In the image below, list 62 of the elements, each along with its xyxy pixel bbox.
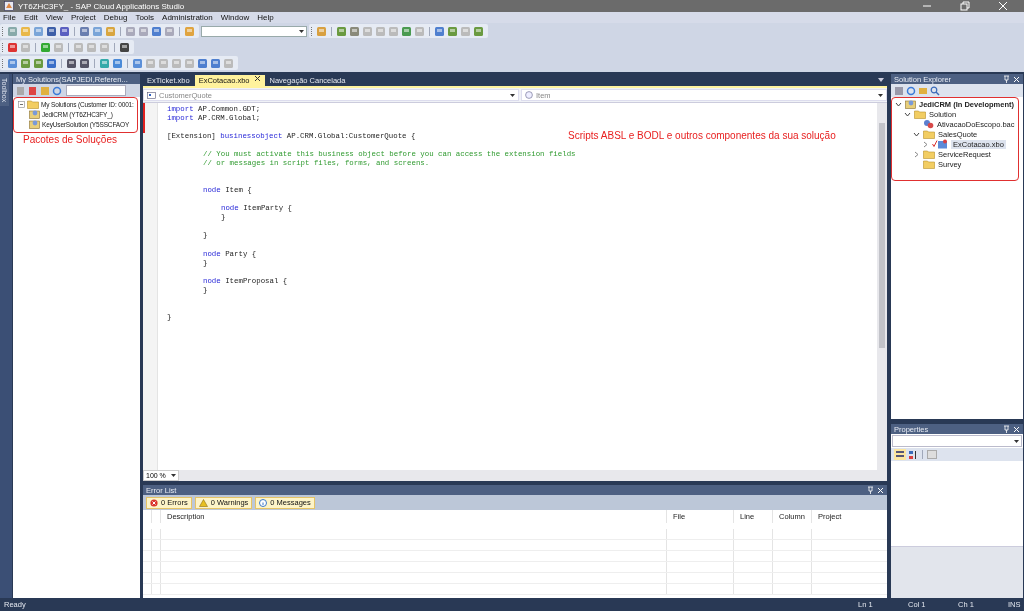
pin-icon[interactable] [1003, 75, 1010, 83]
menu-item[interactable]: File [3, 13, 16, 22]
scrollbar[interactable] [179, 470, 887, 481]
folder-icon [914, 109, 926, 119]
collapse-chevron-icon[interactable] [922, 140, 929, 148]
file-icon [923, 119, 934, 129]
solution-icon [29, 119, 40, 129]
toolbar-icon[interactable] [7, 41, 18, 53]
app-icon [4, 1, 14, 11]
categorized-icon[interactable] [894, 449, 906, 460]
menu-item[interactable]: Window [220, 13, 250, 22]
menu-item[interactable]: Tools [135, 13, 155, 22]
info-icon [259, 498, 268, 507]
warning-icon [198, 498, 208, 507]
toolbar-icon[interactable] [46, 57, 57, 69]
member-icon [525, 91, 533, 99]
close-icon[interactable] [253, 75, 261, 82]
annotation-label: Scripts ABSL e BODL e outros componentes da sua solução [568, 130, 836, 141]
restore-icon[interactable] [960, 1, 970, 11]
error-icon [150, 498, 158, 507]
toolbar-icon[interactable] [66, 57, 77, 69]
pin-icon[interactable] [867, 486, 874, 494]
toolbar-icon[interactable] [46, 25, 57, 37]
sort-alphabetical-icon[interactable] [908, 449, 918, 460]
dropdown-arrow-icon[interactable] [878, 78, 884, 82]
dropdown-arrow-icon [299, 29, 304, 33]
dropdown-arrow-icon [170, 474, 176, 477]
search-field[interactable] [66, 85, 126, 96]
solution-icon [29, 109, 40, 119]
refresh-icon[interactable] [906, 85, 916, 96]
dropdown-arrow-icon [510, 93, 515, 97]
expand-chevron-icon[interactable] [904, 110, 911, 118]
menu-item[interactable]: Debug [103, 13, 128, 22]
expand-chevron-icon[interactable] [895, 100, 902, 108]
scrollbar[interactable] [877, 103, 887, 470]
menu-item[interactable]: Project [70, 13, 96, 22]
menu-item[interactable]: Administration [162, 13, 213, 22]
collapse-chevron-icon[interactable] [913, 150, 920, 158]
folder-icon [27, 99, 39, 109]
expand-chevron-icon[interactable] [913, 130, 920, 138]
pin-icon[interactable] [1003, 425, 1010, 433]
refresh-icon[interactable] [52, 85, 62, 96]
toolbar-icon[interactable] [79, 57, 90, 69]
annotation-label: Pacotes de Soluções [22, 133, 118, 145]
toolbar-icon[interactable] [119, 41, 130, 53]
folder-icon [923, 129, 935, 139]
collapse-box-icon[interactable] [18, 100, 25, 108]
solution-icon [905, 99, 916, 109]
menu-item[interactable]: View [45, 13, 63, 22]
dropdown-arrow-icon [1014, 439, 1019, 443]
toolbar-icon[interactable] [59, 25, 70, 37]
menu-item[interactable]: Help [257, 13, 274, 22]
menu-item[interactable]: Edit [23, 13, 38, 22]
dropdown-arrow-icon [878, 93, 883, 97]
class-icon [147, 91, 156, 99]
search-icon[interactable] [930, 85, 940, 96]
folder-icon [923, 149, 935, 159]
toolbar-dropdown[interactable] [201, 25, 307, 37]
property-pages-icon[interactable] [927, 450, 937, 459]
folder-icon [923, 159, 935, 169]
business-object-icon [932, 139, 948, 149]
window-title: YT6ZHC3FY_ - SAP Cloud Applications Studio [18, 1, 185, 11]
